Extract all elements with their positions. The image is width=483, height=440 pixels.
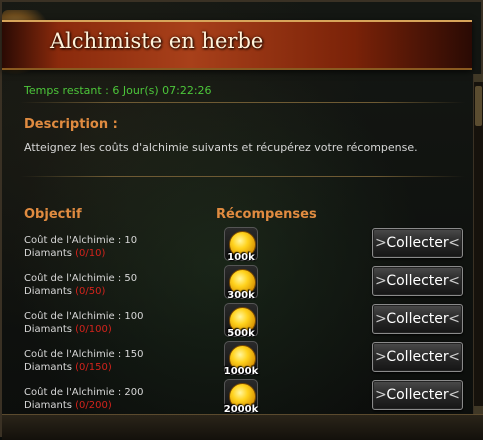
objective-row-4: Coût de l'Alchimie : 150 Diamants (0/150… (24, 348, 143, 374)
chevron-right-icon: > (375, 235, 387, 251)
reward-coin-5: 2000k (224, 379, 258, 415)
progress-count: (0/150) (75, 362, 112, 373)
reward-amount: 100k (227, 252, 255, 263)
currency-label: Diamants (24, 286, 72, 297)
chevron-right-icon: > (375, 387, 387, 403)
description-heading: Description : (24, 117, 118, 132)
reward-coin-2: 300k (224, 265, 258, 301)
scroll-thumb[interactable] (475, 86, 482, 126)
progress-count: (0/50) (75, 286, 106, 297)
collect-label: Collecter (386, 311, 449, 327)
currency-label: Diamants (24, 248, 72, 259)
description-text: Atteignez les coûts d'alchimie suivants … (24, 141, 418, 154)
currency-label: Diamants (24, 362, 72, 373)
currency-label: Diamants (24, 400, 72, 411)
reward-amount: 300k (227, 290, 255, 301)
chevron-left-icon: < (448, 235, 460, 251)
chevron-left-icon: < (448, 311, 460, 327)
collect-button-1[interactable]: > Collecter < (372, 228, 463, 258)
scroll-up-button[interactable] (474, 74, 483, 82)
reward-coin-3: 500k (224, 303, 258, 339)
objective-row-2: Coût de l'Alchimie : 50 Diamants (0/50) (24, 272, 137, 298)
chevron-left-icon: < (448, 387, 460, 403)
objective-heading: Objectif (24, 207, 82, 222)
chevron-left-icon: < (448, 349, 460, 365)
chevron-right-icon: > (375, 273, 387, 289)
objective-row-3: Coût de l'Alchimie : 100 Diamants (0/100… (24, 310, 143, 336)
scroll-down-button[interactable] (474, 406, 483, 414)
objective-label: Coût de l'Alchimie : 200 (24, 387, 144, 398)
collect-label: Collecter (386, 387, 449, 403)
objective-label: Coût de l'Alchimie : 150 (24, 349, 144, 360)
divider (20, 102, 465, 103)
chevron-right-icon: > (375, 311, 387, 327)
objective-label: Coût de l'Alchimie : 100 (24, 311, 144, 322)
event-panel: Alchimiste en herbe Temps restant : 6 Jo… (0, 0, 483, 440)
progress-count: (0/200) (75, 400, 112, 411)
reward-coin-1: 100k (224, 227, 258, 263)
window-title: Alchimiste en herbe (50, 29, 264, 53)
reward-coin-4: 1000k (224, 341, 258, 377)
collect-button-3[interactable]: > Collecter < (372, 304, 463, 334)
reward-amount: 500k (227, 328, 255, 339)
collect-button-2[interactable]: > Collecter < (372, 266, 463, 296)
currency-label: Diamants (24, 324, 72, 335)
frame-bottom (2, 414, 483, 440)
chevron-right-icon: > (375, 349, 387, 365)
chevron-left-icon: < (448, 273, 460, 289)
collect-label: Collecter (386, 349, 449, 365)
collect-button-5[interactable]: > Collecter < (372, 380, 463, 410)
collect-button-4[interactable]: > Collecter < (372, 342, 463, 372)
objective-row-1: Coût de l'Alchimie : 10 Diamants (0/10) (24, 234, 137, 260)
rewards-heading: Récompenses (216, 207, 317, 222)
collect-label: Collecter (386, 235, 449, 251)
objective-row-5: Coût de l'Alchimie : 200 Diamants (0/200… (24, 386, 143, 412)
time-remaining: Temps restant : 6 Jour(s) 07:22:26 (24, 84, 212, 97)
progress-count: (0/10) (75, 248, 106, 259)
collect-label: Collecter (386, 273, 449, 289)
objective-label: Coût de l'Alchimie : 50 (24, 273, 138, 284)
objective-label: Coût de l'Alchimie : 10 (24, 235, 138, 246)
divider (20, 176, 465, 177)
reward-amount: 1000k (223, 366, 259, 377)
progress-count: (0/100) (75, 324, 112, 335)
